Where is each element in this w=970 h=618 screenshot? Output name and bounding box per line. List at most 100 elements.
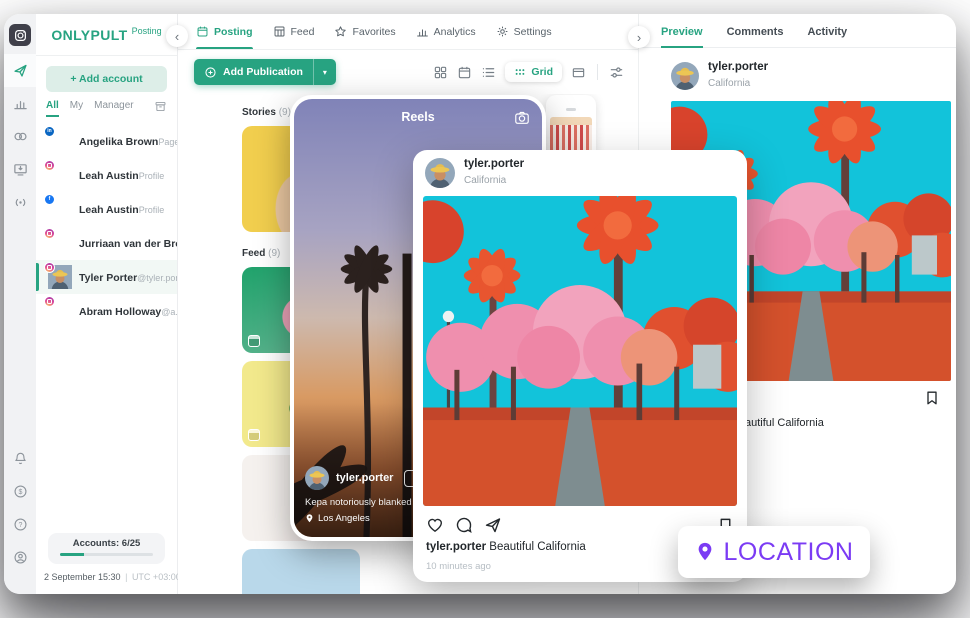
reel-badge-icon: [248, 335, 260, 347]
preview-profile: tyler.porter California: [671, 61, 956, 91]
bookmark-icon[interactable]: [924, 390, 940, 406]
avatar: [671, 62, 699, 90]
downloads-nav-icon[interactable]: [4, 153, 36, 186]
avatar[interactable]: [425, 158, 455, 188]
tab-label: Settings: [514, 26, 552, 38]
tab-settings[interactable]: Settings: [496, 14, 552, 49]
accounts-panel: ONLYPULT Posting ‹ + Add account All My …: [36, 14, 178, 594]
account-name: Abram Holloway: [79, 306, 161, 318]
linkedin-badge-icon: in: [44, 126, 55, 137]
analytics-nav-icon[interactable]: [4, 87, 36, 120]
expand-icon: ›: [637, 31, 641, 44]
add-publication-dropdown[interactable]: ▾: [314, 59, 336, 85]
tab-comments[interactable]: Comments: [727, 26, 784, 47]
tab-manager[interactable]: Manager: [94, 100, 133, 115]
avatar[interactable]: [305, 466, 329, 490]
instagram-badge-icon: [44, 228, 55, 239]
phone-speaker: [566, 108, 576, 111]
brand-logo: ONLYPULT: [51, 27, 127, 43]
account-subtitle: @tyler.porter: [137, 273, 177, 283]
grid-view-active-button[interactable]: Grid: [505, 62, 562, 82]
account-row[interactable]: Jurriaan van der Broek@jurriaan: [36, 226, 177, 260]
account-name: Leah Austin: [79, 170, 139, 182]
tab-favorites[interactable]: Favorites: [334, 14, 395, 49]
share-icon[interactable]: [484, 516, 502, 534]
add-publication-label: Add Publication: [223, 66, 303, 78]
stories-label: Stories: [242, 107, 276, 118]
accounts-progress-bar: [60, 553, 153, 556]
utc-offset: UTC +03:00: [132, 572, 181, 582]
reels-location-label: Los Angeles: [318, 513, 370, 524]
links-nav-icon[interactable]: [4, 120, 36, 153]
tab-preview[interactable]: Preview: [661, 26, 703, 47]
location-button[interactable]: LOCATION: [678, 526, 870, 578]
collapse-panel-button[interactable]: ‹: [166, 25, 188, 47]
account-name: Leah Austin: [79, 204, 139, 216]
post-username[interactable]: tyler.porter: [464, 158, 524, 170]
like-heart-icon[interactable]: [426, 516, 444, 534]
account-row-selected[interactable]: Tyler Porter@tyler.porter: [36, 260, 177, 294]
account-subtitle: Profile: [139, 205, 165, 215]
dollar-glyph: $: [18, 489, 22, 496]
calendar-icon: [196, 25, 209, 38]
datetime-text: 2 September 15:30: [44, 572, 121, 582]
tab-posting[interactable]: Posting: [196, 14, 253, 49]
expand-panel-button[interactable]: ›: [628, 26, 650, 48]
add-account-label: + Add account: [70, 73, 142, 85]
archive-icon[interactable]: [154, 100, 167, 113]
tab-activity[interactable]: Activity: [807, 26, 847, 47]
icon-rail: $ ?: [4, 14, 36, 594]
tab-all[interactable]: All: [46, 100, 59, 117]
feed-count: (9): [268, 248, 280, 259]
instagram-badge-icon: [44, 160, 55, 171]
account-row[interactable]: in Angelika BrownPage: [36, 124, 177, 158]
list-view-icon[interactable]: [481, 65, 496, 80]
help-icon[interactable]: ?: [4, 508, 36, 541]
account-row[interactable]: Leah AustinProfile: [36, 158, 177, 192]
current-datetime: 2 September 15:30 | UTC +03:00: [44, 572, 169, 582]
filters-icon[interactable]: [609, 65, 624, 80]
location-button-label: LOCATION: [724, 538, 854, 567]
feed-label: Feed: [242, 248, 265, 259]
account-subtitle: @a.holloway: [161, 307, 177, 317]
reels-username[interactable]: tyler.porter: [336, 472, 393, 484]
facebook-badge-icon: f: [44, 194, 55, 205]
toolbar-divider: [597, 64, 598, 80]
grid-view-icon[interactable]: [433, 65, 448, 80]
account-row[interactable]: f Leah AustinProfile: [36, 192, 177, 226]
add-account-button[interactable]: + Add account: [46, 66, 167, 92]
feed-thumbnail[interactable]: [242, 549, 360, 594]
main-tab-bar: Posting Feed Favorites Analytics Setting…: [178, 14, 638, 50]
account-row[interactable]: Abram Holloway@a.holloway: [36, 294, 177, 328]
tab-analytics[interactable]: Analytics: [416, 14, 476, 49]
compact-view-icon[interactable]: [571, 65, 586, 80]
grid-dots-icon: [514, 66, 526, 78]
stories-section-label: Stories (9): [242, 107, 291, 118]
billing-icon[interactable]: $: [4, 475, 36, 508]
caption-text: Beautiful California: [489, 541, 586, 553]
tab-my[interactable]: My: [70, 100, 83, 115]
tab-feed[interactable]: Feed: [273, 14, 315, 49]
notifications-bell-icon[interactable]: [4, 442, 36, 475]
broadcast-nav-icon[interactable]: [4, 186, 36, 219]
instagram-app-logo-icon[interactable]: [9, 24, 31, 46]
comment-icon[interactable]: [455, 516, 473, 534]
accounts-footer: Accounts: 6/25 2 September 15:30 | UTC +…: [36, 527, 177, 594]
add-publication-button[interactable]: Add Publication ▾: [194, 59, 336, 85]
tab-label: Feed: [291, 26, 315, 38]
posting-nav-icon[interactable]: [4, 54, 36, 87]
pin-icon: [305, 513, 314, 524]
caption-username: tyler.porter: [426, 541, 486, 553]
tab-label: Favorites: [352, 26, 395, 38]
calendar-view-icon[interactable]: [457, 65, 472, 80]
app-window: $ ? ONLYPULT Posting ‹ + Add account All…: [4, 14, 956, 594]
preview-username: tyler.porter: [708, 61, 768, 73]
profile-icon[interactable]: [4, 541, 36, 574]
post-header: tyler.porter California: [413, 150, 747, 196]
post-location[interactable]: California: [464, 175, 506, 186]
question-glyph: ?: [18, 522, 22, 529]
preview-location: California: [708, 78, 750, 89]
accounts-counter-label: Accounts: 6/25: [60, 538, 153, 549]
camera-icon[interactable]: [514, 110, 530, 126]
post-preview-card: tyler.porter California tyler.porter Bea…: [413, 150, 747, 582]
